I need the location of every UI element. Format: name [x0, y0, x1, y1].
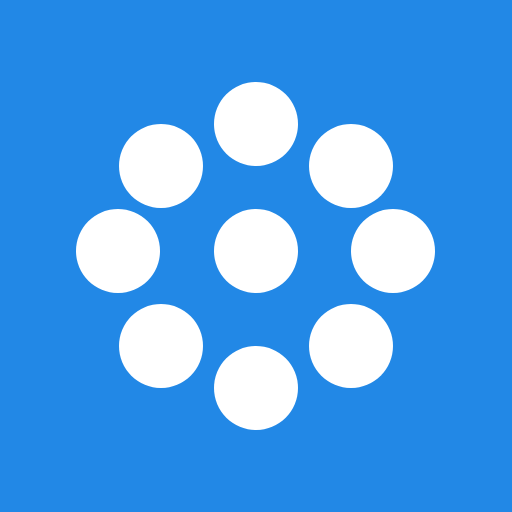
dot-top-left — [119, 124, 203, 208]
dot-top — [214, 82, 298, 166]
dot-top-right — [309, 124, 393, 208]
dot-bottom — [214, 346, 298, 430]
dot-left — [76, 209, 160, 293]
dots-cluster-icon — [0, 0, 512, 512]
dot-bottom-left — [119, 304, 203, 388]
dot-bottom-right — [309, 304, 393, 388]
dot-center — [214, 209, 298, 293]
dot-right — [351, 209, 435, 293]
